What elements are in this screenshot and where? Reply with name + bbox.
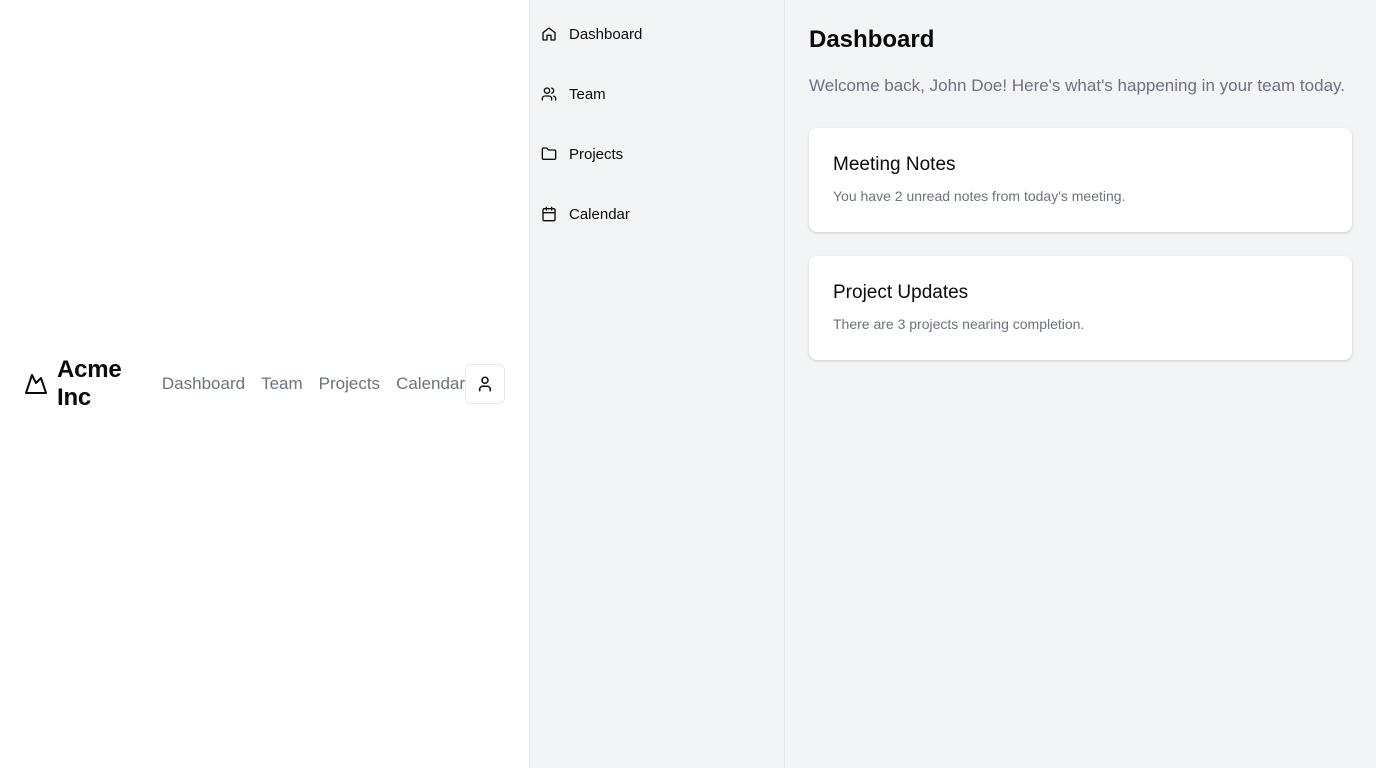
user-icon [476, 375, 494, 393]
calendar-icon [541, 206, 557, 222]
sidebar-item-calendar[interactable]: Calendar [530, 194, 784, 234]
card-title: Meeting Notes [833, 154, 956, 175]
main-content: Dashboard Welcome back, John Doe! Here's… [785, 0, 1376, 768]
brand[interactable]: Acme Inc [24, 356, 162, 412]
top-header: Acme Inc Dashboard Team Projects Calenda… [0, 0, 529, 768]
page-title: Dashboard [809, 26, 935, 53]
sidebar: Dashboard Team Projects Calendar [529, 0, 785, 768]
card-title: Project Updates [833, 282, 969, 303]
mountain-icon [24, 372, 48, 396]
card-text: There are 3 projects nearing completion. [833, 316, 1085, 332]
top-nav-projects[interactable]: Projects [319, 374, 380, 394]
sidebar-item-projects[interactable]: Projects [530, 134, 784, 174]
top-nav-dashboard[interactable]: Dashboard [162, 374, 245, 394]
folder-icon [541, 146, 557, 162]
top-nav: Dashboard Team Projects Calendar [162, 374, 465, 394]
card-text: You have 2 unread notes from today's mee… [833, 188, 1126, 204]
brand-name: Acme Inc [57, 356, 122, 411]
top-nav-calendar[interactable]: Calendar [396, 374, 465, 394]
card-project-updates[interactable]: Project Updates There are 3 projects nea… [809, 256, 1352, 360]
users-icon [541, 86, 557, 102]
sidebar-item-team[interactable]: Team [530, 74, 784, 114]
top-nav-team[interactable]: Team [261, 374, 303, 394]
sidebar-item-label: Calendar [569, 205, 630, 223]
sidebar-item-label: Dashboard [569, 25, 643, 43]
sidebar-item-label: Team [569, 85, 606, 103]
home-icon [541, 26, 557, 42]
user-menu-button[interactable] [465, 364, 505, 404]
welcome-message: Welcome back, John Doe! Here's what's ha… [809, 76, 1345, 95]
sidebar-item-label: Projects [569, 145, 624, 163]
card-meeting-notes[interactable]: Meeting Notes You have 2 unread notes fr… [809, 128, 1352, 232]
sidebar-item-dashboard[interactable]: Dashboard [530, 14, 784, 54]
